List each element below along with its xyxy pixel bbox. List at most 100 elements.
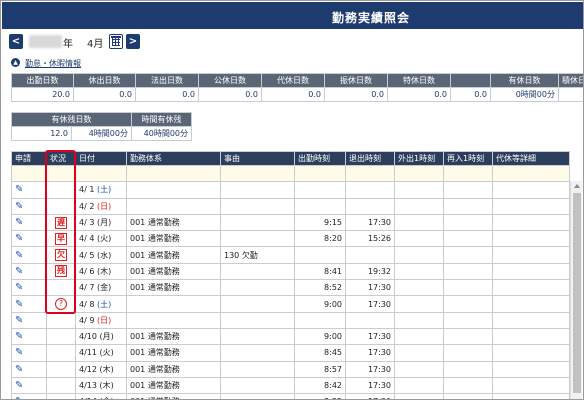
apply-cell[interactable]: ✎ [11, 376, 47, 395]
pencil-icon[interactable]: ✎ [15, 282, 23, 293]
apply-cell[interactable]: ✎ [11, 213, 47, 232]
status-question-icon[interactable]: ? [55, 298, 67, 311]
table-row[interactable]: ✎ 4/ 1 (土) [11, 181, 570, 199]
pencil-icon[interactable]: ✎ [15, 380, 23, 391]
out1-cell [394, 197, 444, 215]
scroll-up-icon[interactable] [574, 184, 580, 188]
table-row[interactable]: ✎ 4/ 7 (金) 001 通常勤務 8:52 17:30 [11, 279, 570, 297]
remaining-header-row: 有休残日数 時間有休残 [11, 112, 192, 127]
pencil-icon[interactable]: ✎ [15, 347, 23, 358]
date-cell: 4/ 4 (火) [75, 230, 127, 248]
summary-value: 0.0 [261, 87, 325, 102]
comp-detail-cell [492, 230, 570, 248]
pencil-icon[interactable]: ✎ [15, 217, 23, 228]
clock-in-cell: 9:00 [294, 295, 346, 313]
status-stamp: 残 [55, 265, 67, 278]
filter-cell[interactable] [492, 164, 570, 183]
filter-cell[interactable] [294, 164, 346, 183]
filter-cell[interactable] [126, 164, 221, 183]
apply-cell[interactable]: ✎ [11, 230, 47, 248]
reason-cell [220, 327, 295, 346]
table-row[interactable]: ✎? 4/ 8 (土) 9:00 17:30 [11, 295, 570, 313]
pencil-icon[interactable]: ✎ [15, 250, 23, 261]
date-cell: 4/ 3 (月) [75, 213, 127, 232]
prev-month-button[interactable]: < [9, 34, 23, 49]
out1-cell [394, 344, 444, 362]
apply-cell[interactable]: ✎ [11, 279, 47, 297]
date-cell: 4/ 9 (日) [75, 311, 127, 329]
apply-cell[interactable]: ✎ [11, 344, 47, 362]
table-row[interactable]: ✎ 4/12 (木) 001 通常勤務 8:57 17:30 [11, 360, 570, 378]
clock-in-cell [294, 246, 346, 264]
pencil-icon[interactable]: ✎ [15, 201, 23, 212]
table-row[interactable]: ✎ 早 4/ 4 (火) 001 通常勤務 8:20 15:26 [11, 230, 570, 248]
filter-cell[interactable] [443, 164, 493, 183]
status-cell [46, 393, 76, 399]
table-row[interactable]: ✎ 4/10 (月) 001 通常勤務 9:00 17:30 [11, 327, 570, 346]
shift-cell: 001 通常勤務 [126, 230, 221, 248]
table-row[interactable]: ✎ 4/ 9 (日) [11, 311, 570, 329]
apply-cell[interactable]: ✎ [11, 181, 47, 199]
apply-cell[interactable]: ✎ [11, 393, 47, 399]
shift-cell [126, 181, 221, 199]
date-weekday: (木) [96, 266, 112, 276]
pencil-icon[interactable]: ✎ [15, 233, 23, 244]
pencil-icon[interactable]: ✎ [15, 315, 23, 326]
pencil-icon[interactable]: ✎ [15, 331, 23, 342]
table-row[interactable]: ✎ 欠 4/ 5 (水) 001 通常勤務 130 欠勤 [11, 246, 570, 264]
summary-header: 公休日数 [198, 73, 262, 88]
apply-cell[interactable]: ✎ [11, 262, 47, 281]
apply-cell[interactable]: ✎ [11, 311, 47, 329]
pencil-icon[interactable]: ✎ [15, 299, 23, 310]
reentry1-cell [443, 246, 493, 264]
apply-cell[interactable]: ✎ [11, 197, 47, 215]
table-row[interactable]: ✎ 残 4/ 6 (木) 001 通常勤務 8:41 19:32 [11, 262, 570, 281]
pencil-icon[interactable]: ✎ [15, 266, 23, 277]
clock-in-cell: 8:32 [294, 393, 346, 399]
summary-value: 0.0 [387, 87, 451, 102]
chevron-up-icon[interactable]: ▲ [11, 58, 20, 67]
summary-header: 休出日数 [73, 73, 136, 88]
remaining-header: 有休残日数 [11, 112, 132, 127]
date-cell: 4/14 (金) [75, 393, 127, 399]
calendar-icon[interactable] [109, 34, 123, 49]
scroll-thumb[interactable] [573, 193, 581, 393]
date-weekday: (日) [96, 201, 112, 211]
table-row[interactable]: ✎ 4/14 (金)001 通常勤務 8:3217:30 [11, 393, 570, 399]
remaining-value-row: 12.0 4時間00分 40時間00分 [11, 126, 192, 141]
pencil-icon[interactable]: ✎ [15, 364, 23, 375]
filter-cell[interactable] [220, 164, 295, 183]
filter-cell[interactable] [394, 164, 444, 183]
apply-cell[interactable]: ✎ [11, 327, 47, 346]
apply-cell[interactable]: ✎ [11, 295, 47, 313]
apply-cell[interactable]: ✎ [11, 246, 47, 264]
leave-info-toggle[interactable]: 勤怠・休暇情報 [25, 58, 81, 69]
filter-cell[interactable] [46, 164, 76, 183]
clock-out-cell: 17:30 [345, 376, 395, 395]
out1-cell [394, 393, 444, 399]
filter-cell[interactable] [11, 164, 47, 183]
table-row[interactable]: ✎ 遅 4/ 3 (月) 001 通常勤務 9:15 17:30 [11, 213, 570, 232]
summary-value-row: 20.0 0.0 0.0 0.0 0.0 0.0 0.0 0.0 0時間00分 [11, 87, 583, 102]
reason-cell [220, 376, 295, 395]
table-row[interactable]: ✎ 4/11 (火) 001 通常勤務 8:45 17:30 [11, 344, 570, 362]
reentry1-cell [443, 295, 493, 313]
shift-cell [126, 295, 221, 313]
table-row[interactable]: ✎ 4/ 2 (日) [11, 197, 570, 215]
date-day: 4/13 [79, 381, 97, 390]
pencil-icon[interactable]: ✎ [15, 396, 23, 399]
window: 勤務実績照会 < 年 4月 > ▲ 勤怠・休暇情報 出勤日数 休出日数 法出日数… [0, 0, 584, 400]
date-day: 4/ 4 [79, 234, 95, 244]
date-cell: 4/13 (木) [75, 376, 127, 395]
month-label: 4月 [87, 39, 104, 50]
reason-cell [220, 360, 295, 378]
table-row[interactable]: ✎ 4/13 (木) 001 通常勤務 8:42 17:30 [11, 376, 570, 395]
filter-cell[interactable] [75, 164, 127, 183]
clock-out-cell: 17:30 [345, 344, 395, 362]
apply-cell[interactable]: ✎ [11, 360, 47, 378]
next-month-button[interactable]: > [126, 34, 140, 49]
reentry1-cell [443, 393, 493, 399]
vertical-scrollbar[interactable] [570, 181, 582, 399]
pencil-icon[interactable]: ✎ [15, 184, 23, 195]
filter-cell[interactable] [345, 164, 395, 183]
